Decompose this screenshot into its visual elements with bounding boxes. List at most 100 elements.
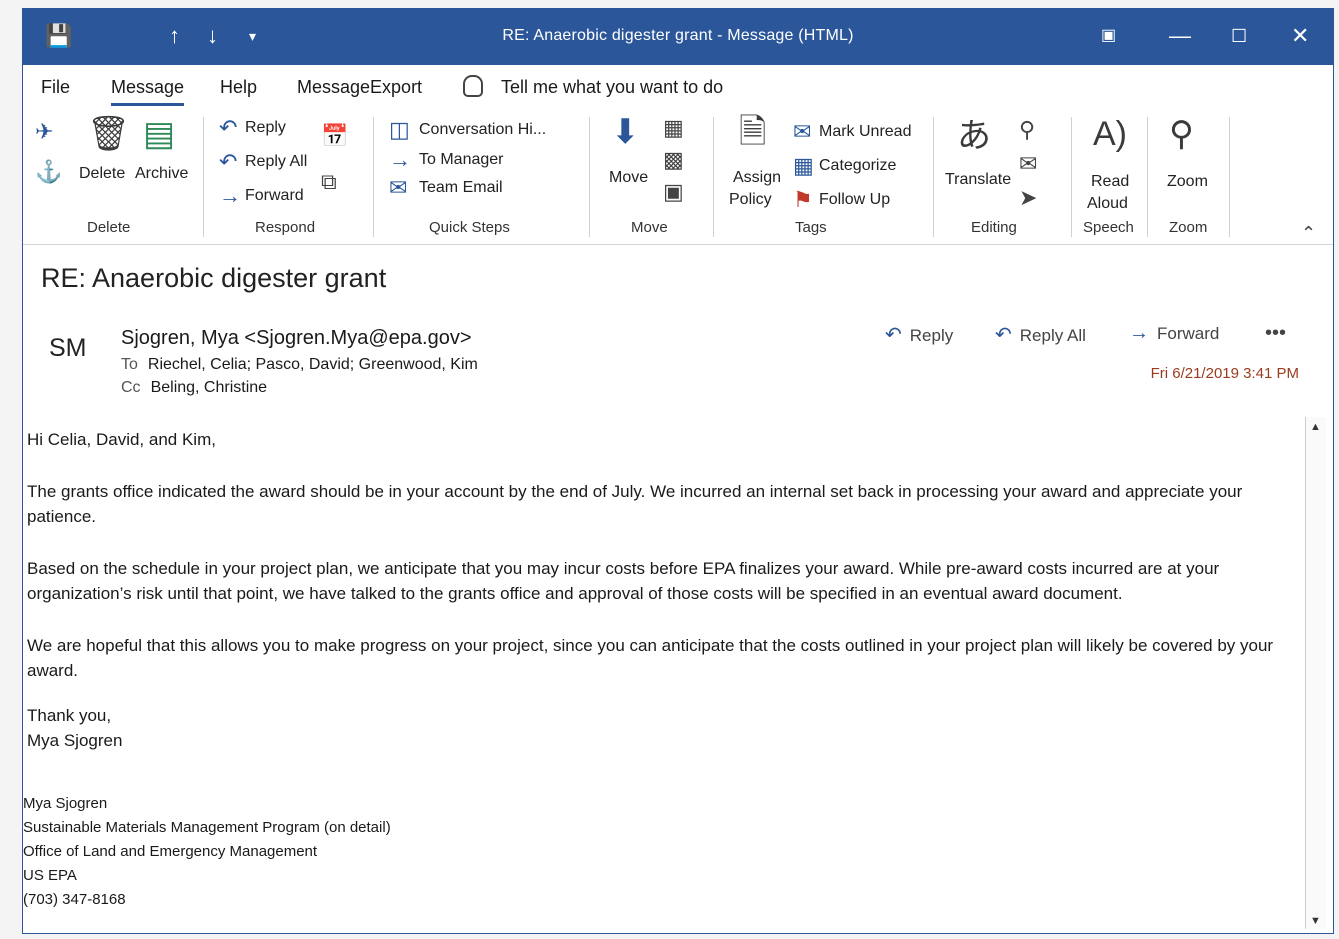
read-aloud-label-1[interactable]: Read [1091,173,1129,191]
minimize-icon[interactable]: — [1169,23,1191,49]
collapse-ribbon-icon[interactable]: ⌃ [1301,223,1316,244]
signature-phone: (703) 347-8168 [23,891,126,908]
forward-button[interactable]: Forward [245,187,304,205]
to-label: To [121,356,138,373]
group-label-tags: Tags [795,219,827,236]
message-body: Hi Celia, David, and Kim, The grants off… [27,427,1299,753]
assign-policy-label-1[interactable]: Assign [733,169,781,187]
message-date: Fri 6/21/2019 3:41 PM [1150,365,1299,382]
lightbulb-icon [463,75,483,97]
reply-icon: ↶ [219,115,238,140]
body-greeting: Hi Celia, David, and Kim, [27,430,216,449]
translate-button[interactable]: Translate [945,171,1011,189]
tab-messageexport[interactable]: MessageExport [297,77,422,98]
actions-icon[interactable]: ▣ [663,181,684,203]
reply-action[interactable]: ↶ Reply [885,322,953,347]
archive-button[interactable]: Archive [135,165,188,183]
follow-up-flag-icon: ⚑ [793,187,813,212]
group-label-delete: Delete [87,219,131,236]
team-email-icon: ✉ [389,175,408,200]
body-paragraph: Based on the schedule in your project pl… [27,559,1220,603]
translate-icon: あ [957,117,991,155]
group-label-quick-steps: Quick Steps [429,219,510,236]
select-icon[interactable]: ➤ [1019,187,1037,209]
follow-up-button[interactable]: Follow Up [819,191,890,209]
group-label-zoom: Zoom [1169,219,1208,236]
group-divider [1147,117,1148,237]
menu-bar: File Message Help MessageExport Tell me … [23,65,1333,109]
reply-button[interactable]: Reply [245,119,286,137]
tab-message[interactable]: Message [111,77,185,106]
close-icon[interactable]: ✕ [1291,23,1309,49]
group-label-move: Move [631,219,668,236]
signature-line: Sustainable Materials Management Program… [23,819,391,836]
message-scrollbar[interactable] [1305,417,1326,929]
reply-all-action[interactable]: ↶ Reply All [995,322,1086,347]
archive-icon[interactable]: ▤ [143,117,175,151]
cc-label: Cc [121,379,141,396]
cc-recipients[interactable]: Beling, Christine [151,379,268,396]
delete-button[interactable]: Delete [79,165,125,183]
title-bar: 💾 ↑ ↓ ▾ RE: Anaerobic digester grant - M… [23,9,1333,65]
body-paragraph: The grants office indicated the award sh… [27,482,1243,526]
signature-line: Mya Sjogren [23,795,108,812]
window-title: RE: Anaerobic digester grant - Message (… [502,27,854,44]
forward-action[interactable]: → Forward [1129,322,1219,345]
ribbon-display-options-icon[interactable]: ▣ [1101,23,1116,49]
move-button[interactable]: Move [609,169,648,187]
tab-help[interactable]: Help [220,77,257,98]
forward-action-label: Forward [1157,324,1220,343]
categorize-icon: ▦ [793,153,814,178]
read-aloud-label-2[interactable]: Aloud [1087,195,1128,213]
reply-icon: ↶ [885,324,902,346]
group-divider [589,117,590,237]
outlook-message-window: 💾 ↑ ↓ ▾ RE: Anaerobic digester grant - M… [22,8,1334,934]
group-divider [713,117,714,237]
junk-icon[interactable]: ⚓ [35,161,62,183]
scroll-up-icon[interactable]: ▲ [1310,421,1321,433]
closing: Thank you, [27,706,112,725]
group-divider [1071,117,1072,237]
group-divider [373,117,374,237]
rules-icon[interactable]: ▦ [663,117,684,139]
ribbon: ✈ ⚓ 🗑 Delete ▤ Archive Delete ↶ Reply ↶ … [23,109,1333,245]
group-divider [1229,117,1230,237]
signature-line: US EPA [23,867,77,884]
zoom-button[interactable]: Zoom [1167,173,1208,191]
find-icon[interactable]: ⚲ [1019,119,1035,141]
conversation-history-icon: ◫ [389,117,410,142]
ignore-icon[interactable]: ✈ [35,121,53,143]
signature-block: Mya Sjogren Sustainable Materials Manage… [23,792,391,912]
read-aloud-icon: A) [1093,115,1127,153]
more-actions-button[interactable]: ••• [1265,322,1286,345]
quick-step-team-email[interactable]: Team Email [419,179,503,197]
categorize-button[interactable]: Categorize [819,157,896,175]
quick-step-conversation-history[interactable]: Conversation Hi... [419,121,546,139]
related-icon[interactable]: ✉ [1019,153,1037,175]
to-manager-icon: → [389,147,411,172]
meeting-icon[interactable]: 📅 [321,125,348,147]
assign-policy-label-2[interactable]: Policy [729,191,772,209]
reply-all-action-label: Reply All [1019,326,1086,345]
delete-icon[interactable]: 🗑 [87,117,130,151]
group-label-speech: Speech [1083,219,1134,236]
sender[interactable]: Sjogren, Mya <Sjogren.Mya@epa.gov> [121,327,472,350]
forward-icon: → [219,183,241,208]
signature-line: Office of Land and Emergency Management [23,843,318,860]
scroll-down-icon[interactable]: ▼ [1310,915,1321,927]
tell-me-search[interactable]: Tell me what you want to do [501,77,723,98]
group-divider [933,117,934,237]
to-recipients[interactable]: Riechel, Celia; Pasco, David; Greenwood,… [148,356,478,373]
more-respond-icon[interactable]: ⧉ [321,171,337,193]
quick-step-to-manager[interactable]: To Manager [419,151,504,169]
onenote-icon[interactable]: ▩ [663,149,684,171]
move-icon[interactable]: ⬇ [611,115,640,149]
body-paragraph: We are hopeful that this allows you to m… [27,636,1274,680]
mark-unread-button[interactable]: Mark Unread [819,123,911,141]
forward-icon: → [1129,322,1149,344]
zoom-icon: ⚲ [1169,115,1194,153]
maximize-icon[interactable]: ☐ [1231,23,1247,49]
reply-all-button[interactable]: Reply All [245,153,307,171]
tab-file[interactable]: File [41,77,70,98]
recipients-cc: Cc Beling, Christine [121,379,267,397]
